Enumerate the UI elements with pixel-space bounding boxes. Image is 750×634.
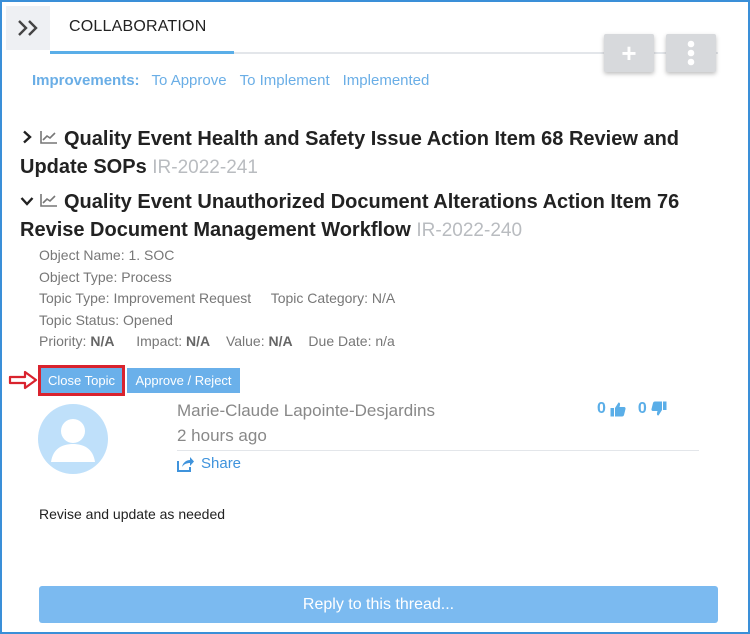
priority-row: Priority: N/A Impact: N/A Value: N/A Due… (39, 333, 395, 349)
topic-item[interactable]: Quality Event Unauthorized Document Alte… (20, 188, 730, 245)
filter-to-approve[interactable]: To Approve (152, 72, 227, 89)
improvements-filter-bar: Improvements: To Approve To Implement Im… (32, 72, 442, 89)
add-button[interactable]: + (604, 34, 654, 72)
tab-collaboration[interactable]: COLLABORATION (50, 6, 234, 54)
topic-item[interactable]: Quality Event Health and Safety Issue Ac… (20, 125, 730, 182)
comment-time: 2 hours ago (177, 426, 267, 445)
object-type: Object Type: Process (39, 269, 172, 285)
topic-type: Topic Type: Improvement Request (39, 290, 252, 306)
comment-author: Marie-Claude Lapointe-Desjardins (177, 401, 435, 420)
thumbs-up-icon[interactable] (610, 401, 626, 417)
vertical-dots-icon (687, 40, 695, 66)
trending-chart-icon (40, 194, 57, 207)
value-value: N/A (268, 333, 293, 349)
topic-category: Topic Category: N/A (270, 290, 396, 306)
downvote-count: 0 (637, 400, 647, 417)
comment-text: Revise and update as needed (39, 506, 226, 522)
impact-label: Impact: (136, 333, 183, 349)
reply-button[interactable]: Reply to this thread... (39, 586, 718, 623)
filter-to-implement[interactable]: To Implement (240, 72, 330, 89)
due-date: Due Date: n/a (308, 333, 395, 349)
priority-value: N/A (90, 333, 115, 349)
user-icon (51, 419, 95, 462)
topic-status: Topic Status: Opened (39, 312, 173, 328)
topic-title[interactable]: Quality Event Health and Safety Issue Ac… (20, 128, 679, 178)
plus-icon: + (621, 38, 637, 68)
comment-divider (177, 450, 699, 451)
avatar (38, 404, 108, 474)
close-topic-highlight (38, 365, 125, 396)
thumbs-down-icon[interactable] (651, 401, 667, 417)
share-icon (177, 456, 194, 472)
topic-code: IR-2022-241 (152, 157, 258, 178)
vote-controls: 0 0 (597, 400, 667, 418)
tab-label: COLLABORATION (69, 18, 207, 35)
object-name: Object Name: 1. SOC (39, 247, 175, 263)
topic-code: IR-2022-240 (416, 220, 523, 241)
priority-label: Priority: (39, 333, 87, 349)
more-options-button[interactable] (666, 34, 716, 72)
approve-reject-button[interactable]: Approve / Reject (127, 368, 240, 393)
filter-implemented[interactable]: Implemented (343, 72, 430, 89)
value-label: Value: (225, 333, 265, 349)
trending-chart-icon (40, 131, 57, 144)
expand-panel-button[interactable] (6, 6, 50, 50)
share-label: Share (201, 455, 242, 472)
topic-title[interactable]: Quality Event Unauthorized Document Alte… (20, 191, 679, 241)
double-chevron-right-icon (18, 20, 38, 36)
chevron-down-icon[interactable] (20, 195, 34, 207)
chevron-right-icon[interactable] (20, 130, 34, 144)
topic-type-row: Topic Type: Improvement Request Topic Ca… (39, 290, 395, 306)
arrow-right-annotation-icon (8, 370, 38, 390)
upvote-count: 0 (597, 400, 606, 417)
filter-label: Improvements: (32, 72, 140, 89)
share-button[interactable]: Share (177, 455, 241, 472)
impact-value: N/A (186, 333, 211, 349)
